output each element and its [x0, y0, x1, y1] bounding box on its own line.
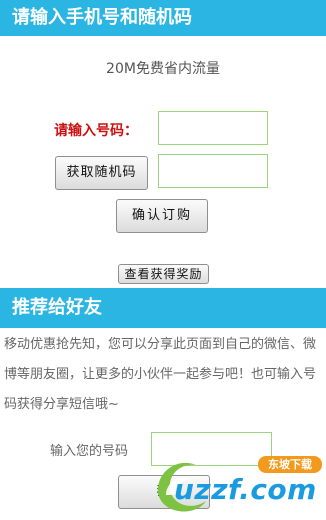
- phone-label: 请输入号码：: [54, 123, 138, 139]
- section-title: 请输入手机号和随机码: [12, 7, 192, 28]
- phone-input[interactable]: [158, 111, 268, 145]
- section-header-share: 推荐给好友: [0, 288, 326, 328]
- share-info-text: 移动优惠抢先知，您可以分享此页面到自己的微信、微博等朋友圈，让更多的小伙伴一起参…: [4, 337, 317, 412]
- watermark-logo: uzzf.com 东坡下载: [152, 453, 324, 519]
- watermark-badge: 东坡下载: [258, 456, 322, 473]
- confirm-order-button[interactable]: 确认订购: [116, 199, 208, 233]
- promo-text: 20M免费省内流量: [106, 61, 220, 77]
- get-code-button[interactable]: 获取随机码: [55, 156, 148, 190]
- section-header-phone: 请输入手机号和随机码: [0, 0, 326, 36]
- watermark-brand: uzzf.com: [174, 473, 317, 506]
- section-title: 推荐给好友: [12, 297, 102, 318]
- view-rewards-button[interactable]: 查看获得奖励: [118, 264, 209, 284]
- share-number-label: 输入您的号码: [50, 444, 129, 459]
- random-code-input[interactable]: [158, 154, 268, 188]
